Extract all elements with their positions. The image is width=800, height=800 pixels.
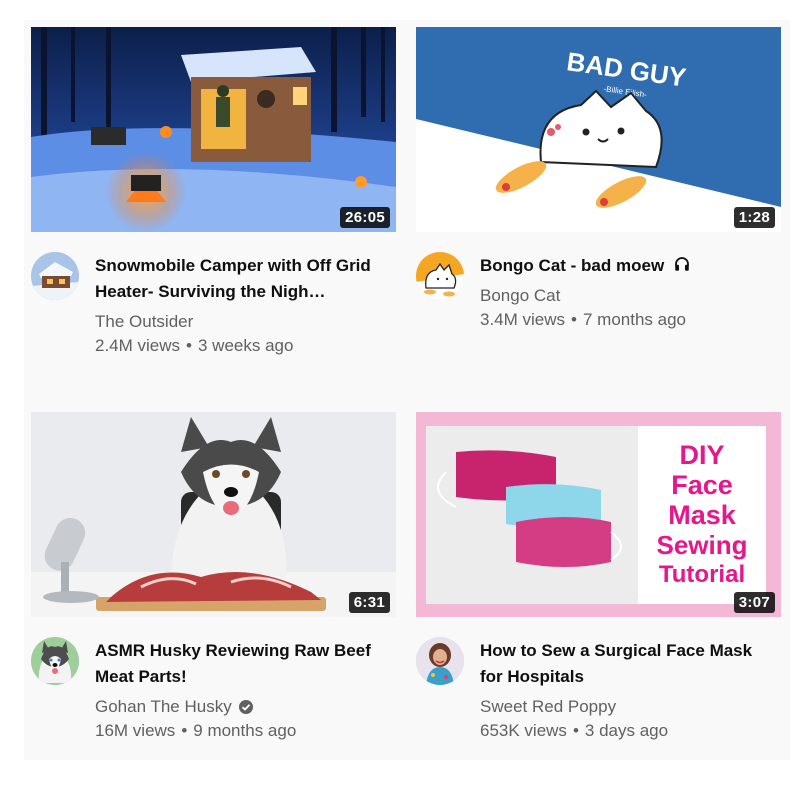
view-count: 2.4M views (95, 336, 181, 355)
sweet-red-poppy-avatar-image (416, 637, 464, 685)
upload-age: 9 months ago (193, 721, 297, 740)
channel-name[interactable]: Gohan The Husky (95, 695, 232, 719)
view-count: 653K views (480, 721, 567, 740)
video-thumbnail[interactable]: 26:05 (31, 27, 396, 232)
husky-thumbnail-image (31, 412, 396, 617)
husky-avatar-image (31, 637, 79, 685)
video-title[interactable]: How to Sew a Surgical Face Mask for Hosp… (480, 638, 770, 690)
channel-name[interactable]: Sweet Red Poppy (480, 695, 616, 719)
verified-check-icon (238, 700, 253, 714)
channel-name[interactable]: Bongo Cat (480, 284, 560, 308)
video-title[interactable]: ASMR Husky Reviewing Raw Beef Meat Parts… (95, 638, 385, 690)
headphones-icon (675, 257, 689, 271)
cabin-avatar-image (31, 252, 79, 300)
bongo-cat-thumbnail-image: BAD GUY -Billie Eilish- (416, 27, 781, 232)
thumb-tutorial-text: Tutorial (659, 561, 745, 588)
video-title[interactable]: Snowmobile Camper with Off Grid Heater- … (95, 253, 385, 305)
view-count: 16M views (95, 721, 176, 740)
upload-age: 7 months ago (582, 310, 686, 329)
channel-name-row: The Outsider (95, 310, 193, 334)
channel-name[interactable]: The Outsider (95, 310, 193, 334)
channel-name-row: Sweet Red Poppy (480, 695, 616, 719)
video-metadata: 653K views • 3 days ago (480, 719, 668, 743)
video-metadata: 3.4M views • 7 months ago (480, 308, 686, 332)
channel-avatar[interactable] (416, 252, 464, 300)
upload-age: 3 days ago (584, 721, 669, 740)
bongo-cat-avatar-image (416, 252, 464, 300)
upload-age: 3 weeks ago (197, 336, 294, 355)
separator-dot: • (181, 721, 188, 740)
face-mask-thumbnail-image: DIY Face Mask Sewing Tutorial (416, 412, 781, 617)
video-grid: 26:05 Snowmobile Camper with Off Grid He… (24, 20, 790, 760)
thumb-face-text: Face (671, 470, 733, 500)
channel-name-row: Bongo Cat (480, 284, 560, 308)
separator-dot: • (572, 721, 579, 740)
video-metadata: 16M views • 9 months ago (95, 719, 296, 743)
video-title-text[interactable]: Bongo Cat - bad moew (480, 256, 664, 275)
thumb-diy-text: DIY (679, 440, 724, 470)
view-count: 3.4M views (480, 310, 566, 329)
duration-badge: 1:28 (733, 207, 775, 228)
channel-avatar[interactable] (416, 637, 464, 685)
duration-badge: 6:31 (348, 592, 390, 613)
channel-avatar[interactable] (31, 252, 79, 300)
duration-badge: 26:05 (340, 207, 390, 228)
video-thumbnail[interactable]: DIY Face Mask Sewing Tutorial 3:07 (416, 412, 781, 617)
duration-badge: 3:07 (733, 592, 775, 613)
thumb-mask-text: Mask (668, 500, 737, 530)
thumb-sewing-text: Sewing (656, 530, 747, 560)
separator-dot: • (571, 310, 577, 329)
video-metadata: 2.4M views • 3 weeks ago (95, 334, 293, 358)
snow-cabin-thumbnail-image (31, 27, 396, 232)
video-thumbnail[interactable]: BAD GUY -Billie Eilish- 1:28 (416, 27, 781, 232)
channel-avatar[interactable] (31, 637, 79, 685)
channel-name-row: Gohan The Husky (95, 695, 254, 719)
video-thumbnail[interactable]: 6:31 (31, 412, 396, 617)
video-title[interactable]: Bongo Cat - bad moew (480, 253, 770, 279)
separator-dot: • (186, 336, 192, 355)
